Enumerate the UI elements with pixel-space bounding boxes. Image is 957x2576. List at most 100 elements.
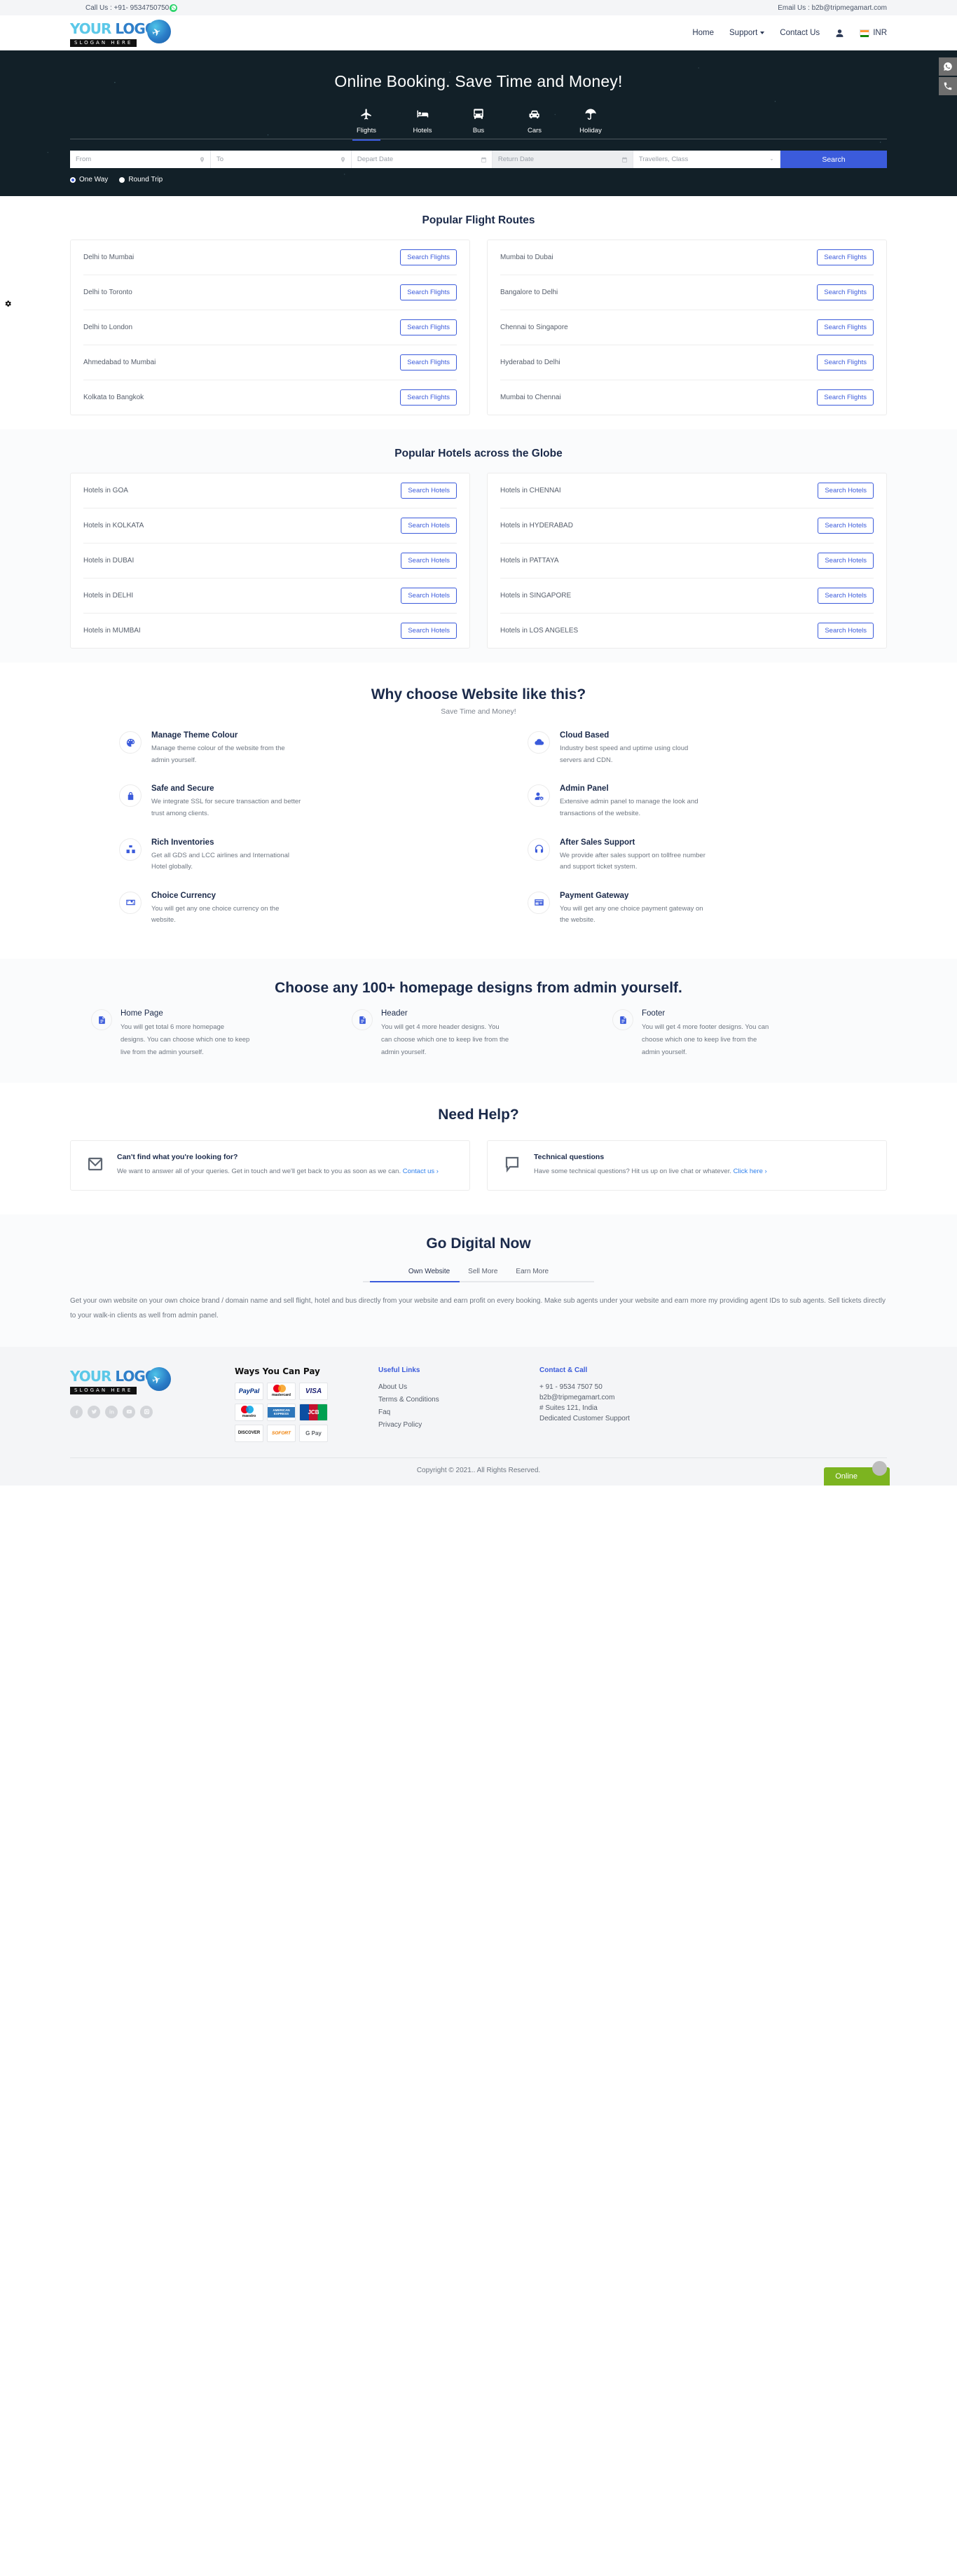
search-flights-button[interactable]: Search Flights <box>400 354 457 371</box>
money-icon <box>125 900 135 906</box>
search-hotels-button[interactable]: Search Hotels <box>818 553 874 569</box>
feature-desc: We provide after sales support on tollfr… <box>560 851 705 871</box>
search-hotels-button[interactable]: Search Hotels <box>401 553 457 569</box>
search-flights-button[interactable]: Search Flights <box>817 389 874 406</box>
user-gear-icon <box>535 792 544 801</box>
live-chat-button[interactable]: Online <box>824 1460 890 1486</box>
list-item-label: Hotels in DUBAI <box>83 557 135 565</box>
radio-one-way[interactable]: One Way <box>70 176 108 183</box>
from-field[interactable]: From <box>70 151 211 168</box>
footer-link[interactable]: About Us <box>378 1383 539 1391</box>
feature-desc: We integrate SSL for secure transaction … <box>151 798 301 817</box>
feature-item: After Sales Support We provide after sale… <box>478 838 887 892</box>
search-flights-button[interactable]: Search Flights <box>817 249 874 265</box>
gear-icon <box>5 300 11 307</box>
list-item: Chennai to Singapore Search Flights <box>500 310 874 345</box>
radio-round-trip[interactable]: Round Trip <box>119 176 163 183</box>
help-card: Technical questions Have some technical q… <box>487 1140 887 1191</box>
to-field[interactable]: To <box>211 151 352 168</box>
search-flights-button[interactable]: Search Flights <box>400 389 457 406</box>
feature-title: Cloud Based <box>560 731 610 740</box>
twitter-icon[interactable] <box>88 1405 100 1418</box>
search-button[interactable]: Search <box>780 151 887 168</box>
search-flights-button[interactable]: Search Flights <box>817 354 874 371</box>
nav-item-home[interactable]: Home <box>692 29 714 37</box>
search-hotels-button[interactable]: Search Hotels <box>401 518 457 534</box>
palette-icon <box>126 738 135 747</box>
youtube-icon[interactable] <box>123 1405 135 1418</box>
tab-holiday[interactable]: Holiday <box>571 108 610 139</box>
envelope-icon <box>88 1158 103 1171</box>
tab-hotels[interactable]: Hotels <box>403 108 442 139</box>
search-flights-button[interactable]: Search Flights <box>400 284 457 300</box>
footer-link[interactable]: Faq <box>378 1408 539 1416</box>
logo-slogan-text: SLOGAN HERE <box>70 39 137 47</box>
list-item: Hyderabad to Delhi Search Flights <box>500 345 874 380</box>
list-item: Bangalore to Delhi Search Flights <box>500 275 874 310</box>
footer-logo[interactable]: YOUR LOGO SLOGAN HERE ✈ <box>70 1366 175 1394</box>
contact-call-title: Contact & Call <box>539 1366 588 1374</box>
whatsapp-icon[interactable] <box>170 4 178 12</box>
tab-cars[interactable]: Cars <box>515 108 554 139</box>
help-card: Can't find what you're looking for? We wa… <box>70 1140 470 1191</box>
search-flights-button[interactable]: Search Flights <box>817 319 874 335</box>
search-flights-button[interactable]: Search Flights <box>817 284 874 300</box>
lock-icon <box>128 791 133 800</box>
cloud-icon <box>534 738 544 745</box>
design-item: Header You will get 4 more header designs… <box>352 1009 605 1059</box>
search-hotels-button[interactable]: Search Hotels <box>401 623 457 639</box>
instagram-icon[interactable] <box>140 1405 153 1418</box>
header-logo[interactable]: YOUR LOGO SLOGAN HERE ✈ <box>70 19 175 47</box>
tab-bus[interactable]: Bus <box>459 108 498 139</box>
list-item-label: Hyderabad to Delhi <box>500 359 560 366</box>
hero-title: Online Booking. Save Time and Money! <box>334 72 623 90</box>
whatsapp-float-button[interactable] <box>939 57 957 76</box>
design-item: Home Page You will get total 6 more homep… <box>91 1009 345 1059</box>
search-hotels-button[interactable]: Search Hotels <box>401 483 457 499</box>
tab-earn-more[interactable]: Earn More <box>516 1268 549 1281</box>
calendar-icon <box>621 156 628 162</box>
chevron-down-icon <box>760 31 765 34</box>
help-card-link[interactable]: Contact us › <box>403 1168 439 1175</box>
currency-selector[interactable]: INR <box>860 29 887 37</box>
search-flights-button[interactable]: Search Flights <box>400 249 457 265</box>
search-hotels-button[interactable]: Search Hotels <box>818 623 874 639</box>
headset-icon <box>535 845 543 853</box>
list-item: Hotels in DUBAI Search Hotels <box>83 543 457 579</box>
search-hotels-button[interactable]: Search Hotels <box>818 483 874 499</box>
call-us-text: Call Us : +91- 9534750750 <box>70 4 178 12</box>
list-item-label: Delhi to Mumbai <box>83 254 135 261</box>
tab-flights[interactable]: Flights <box>347 108 386 141</box>
phone-float-button[interactable] <box>939 77 957 95</box>
tab-own-website[interactable]: Own Website <box>408 1268 450 1281</box>
search-flights-button[interactable]: Search Flights <box>400 319 457 335</box>
travellers-class-field[interactable]: Travellers, Class <box>633 151 780 168</box>
feature-desc: Industry best speed and uptime using clo… <box>560 745 689 764</box>
go-digital-body: Get your own website on your own choice … <box>70 1296 886 1320</box>
return-date-field[interactable]: Return Date <box>492 151 633 168</box>
help-card-icon-wrap <box>85 1156 106 1176</box>
logo-your-text: YOUR <box>70 20 111 37</box>
depart-date-field[interactable]: Depart Date <box>352 151 493 168</box>
nav-item-contact-us[interactable]: Contact Us <box>780 29 820 37</box>
nav-item-support[interactable]: Support <box>729 29 765 37</box>
utility-topbar: Call Us : +91- 9534750750 Email Us : b2b… <box>0 0 957 15</box>
tab-sell-more[interactable]: Sell More <box>468 1268 497 1281</box>
user-icon[interactable] <box>835 29 844 38</box>
logo-globe-icon: ✈ <box>147 20 171 43</box>
hotels-card-right: Hotels in CHENNAI Search Hotels Hotels in … <box>487 473 887 649</box>
theme-settings-button[interactable] <box>0 296 15 311</box>
feature-title: Choice Currency <box>151 891 216 900</box>
help-card-link[interactable]: Click here › <box>734 1168 767 1175</box>
booking-type-tabs: Flights Hotels Bus Cars Holiday <box>70 108 887 141</box>
linkedin-icon[interactable] <box>105 1405 118 1418</box>
footer-link[interactable]: Privacy Policy <box>378 1421 539 1429</box>
footer-link[interactable]: Terms & Conditions <box>378 1396 539 1404</box>
search-hotels-button[interactable]: Search Hotels <box>401 588 457 604</box>
search-hotels-button[interactable]: Search Hotels <box>818 518 874 534</box>
feature-desc: Get all GDS and LCC airlines and Interna… <box>151 851 289 871</box>
to-placeholder: To <box>216 155 223 163</box>
facebook-icon[interactable] <box>70 1405 83 1418</box>
design-desc: You will get 4 more footer designs. You … <box>642 1023 769 1057</box>
search-hotels-button[interactable]: Search Hotels <box>818 588 874 604</box>
